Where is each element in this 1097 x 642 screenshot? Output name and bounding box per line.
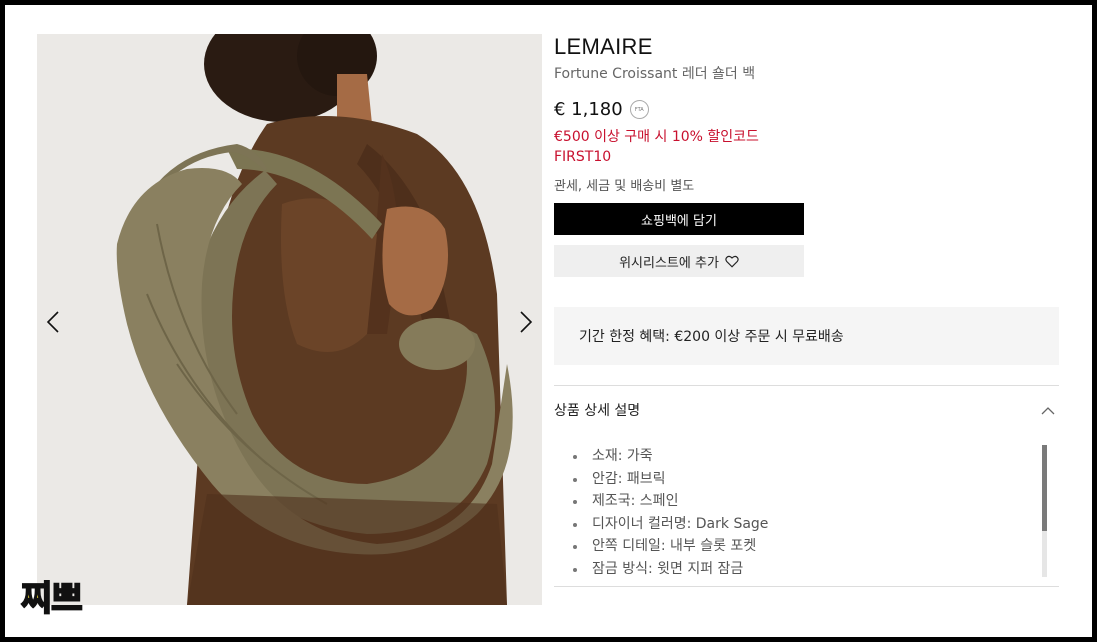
add-to-cart-label: 쇼핑백에 담기 [641, 213, 717, 229]
list-item: 안감: 패브릭 [573, 468, 1059, 491]
tax-note: 관세, 세금 및 배송비 별도 [554, 179, 695, 194]
promo-code: FIRST10 [554, 149, 612, 165]
chevron-left-icon [46, 311, 59, 333]
details-scrollbar-thumb[interactable] [1042, 445, 1047, 531]
product-price: € 1,180 [554, 99, 623, 120]
previous-image-button[interactable] [39, 304, 67, 340]
list-item: 제조국: 스페인 [573, 490, 1059, 513]
add-to-cart-button[interactable]: 쇼핑백에 담기 [554, 203, 804, 235]
product-name: Fortune Croissant 레더 숄더 백 [554, 66, 756, 82]
price-row: € 1,180 FTA [554, 99, 649, 120]
list-item: 소재: 가죽 [573, 445, 1059, 468]
next-image-button[interactable] [512, 304, 540, 340]
chevron-right-icon [520, 311, 533, 333]
product-image-gallery[interactable] [37, 34, 542, 605]
benefit-banner: 기간 한정 혜택: €200 이상 주문 시 무료배송 [554, 307, 1059, 365]
brand-name[interactable]: LEMAIRE [554, 34, 653, 60]
product-details-title: 상품 상세 설명 [554, 403, 641, 419]
product-details-toggle[interactable]: 상품 상세 설명 [554, 386, 1059, 434]
list-item: 잠금 방식: 윗면 지퍼 잠금 [573, 558, 1059, 581]
promo-text: €500 이상 구매 시 10% 할인코드 [554, 129, 759, 145]
watermark-text: 찌쁘 [20, 578, 84, 620]
product-details-list: 소재: 가죽 안감: 패브릭 제조국: 스페인 디자이너 컬러명: Dark S… [554, 445, 1059, 581]
page-frame: 찌쁘 LEMAIRE Fortune Croissant 레더 숄더 백 € 1… [5, 5, 1092, 637]
chevron-up-icon [1041, 406, 1055, 414]
divider [554, 586, 1059, 587]
add-to-wishlist-button[interactable]: 위시리스트에 추가 [554, 245, 804, 277]
heart-icon [725, 255, 739, 268]
list-item: 디자이너 컬러명: Dark Sage [573, 513, 1059, 536]
benefit-text: 기간 한정 혜택: €200 이상 주문 시 무료배송 [579, 329, 844, 345]
fta-badge: FTA [629, 100, 649, 119]
list-item: 안쪽 디테일: 내부 슬롯 포켓 [573, 535, 1059, 558]
add-to-wishlist-label: 위시리스트에 추가 [619, 255, 719, 271]
product-photo [37, 34, 542, 605]
